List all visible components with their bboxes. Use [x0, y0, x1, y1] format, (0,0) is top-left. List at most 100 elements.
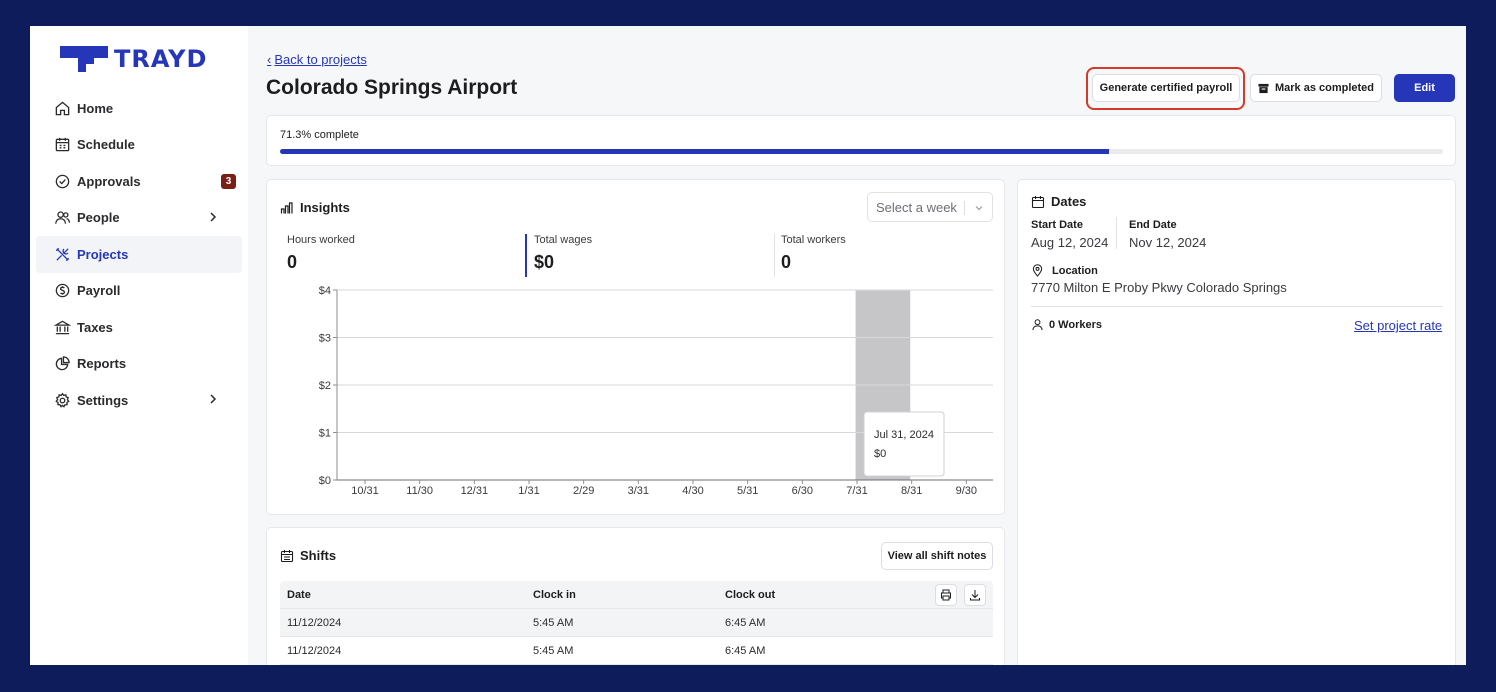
- page-title: Colorado Springs Airport: [266, 76, 518, 99]
- app-window: TRAYD Home Schedule Approvals 3 People P…: [30, 26, 1466, 665]
- tools-icon: [53, 245, 71, 263]
- x-tick-label: 7/31: [846, 485, 867, 497]
- shifts-title: Shifts: [300, 548, 337, 563]
- end-date-label: End Date: [1129, 219, 1177, 231]
- calendar-icon: [1031, 195, 1045, 208]
- back-link-label: Back to projects: [274, 52, 367, 67]
- progress-bar-fill: [280, 149, 1110, 154]
- dollar-circle-icon: [53, 282, 71, 300]
- print-icon[interactable]: [935, 584, 957, 606]
- x-tick-label: 10/31: [351, 485, 379, 497]
- sidebar-item-schedule[interactable]: Schedule: [36, 127, 242, 164]
- back-to-projects-link[interactable]: ‹ Back to projects: [267, 52, 367, 67]
- table-row[interactable]: 11/12/2024 5:45 AM 6:45 AM: [280, 637, 993, 665]
- download-icon[interactable]: [964, 584, 986, 606]
- sidebar-item-label: People: [77, 210, 120, 226]
- x-tick-label: 2/29: [573, 485, 594, 497]
- y-tick-label: $3: [319, 333, 331, 345]
- view-all-shift-notes-button[interactable]: View all shift notes: [881, 542, 993, 570]
- end-date-value: Nov 12, 2024: [1129, 235, 1207, 250]
- location-label: Location: [1052, 265, 1098, 277]
- cell-clock-in: 5:45 AM: [533, 617, 574, 629]
- chevron-right-icon: [210, 394, 217, 404]
- cell-clock-out: 6:45 AM: [725, 645, 766, 657]
- x-tick-label: 11/30: [406, 485, 433, 497]
- column-header-date: Date: [287, 589, 311, 601]
- sidebar-item-label: Approvals: [77, 173, 141, 189]
- date-divider: [1116, 217, 1117, 249]
- progress-label: 71.3% complete: [280, 129, 359, 141]
- generate-certified-payroll-button[interactable]: Generate certified payroll: [1092, 74, 1240, 102]
- sidebar-item-settings[interactable]: Settings: [36, 382, 242, 419]
- brand-name: TRAYD: [114, 45, 208, 73]
- y-tick-label: $1: [319, 428, 331, 440]
- cell-clock-in: 5:45 AM: [533, 645, 574, 657]
- sidebar-item-label: Schedule: [77, 137, 135, 153]
- trayd-logo[interactable]: TRAYD: [60, 44, 207, 74]
- mark-as-completed-button[interactable]: Mark as completed: [1250, 74, 1382, 102]
- set-project-rate-link[interactable]: Set project rate: [1354, 318, 1442, 333]
- shifts-table: Date Clock in Clock out 11/12/2024 5:45 …: [280, 581, 993, 665]
- sidebar-item-projects[interactable]: Projects: [36, 236, 242, 273]
- x-tick-label: 12/31: [461, 485, 489, 497]
- main-content: ‹ Back to projects Colorado Springs Airp…: [248, 26, 1466, 665]
- table-header-row: Date Clock in Clock out: [280, 581, 993, 609]
- gear-icon: [53, 391, 71, 409]
- x-tick-label: 1/31: [518, 485, 539, 497]
- dates-title: Dates: [1051, 194, 1087, 209]
- x-tick-label: 6/30: [792, 485, 813, 497]
- table-row[interactable]: 11/12/2024 5:45 AM 6:45 AM: [280, 609, 993, 637]
- sidebar-item-people[interactable]: People: [36, 200, 242, 237]
- sidebar-item-label: Payroll: [77, 283, 121, 299]
- dates-divider: [1031, 306, 1443, 307]
- sidebar-item-payroll[interactable]: Payroll: [36, 273, 242, 310]
- check-circle-icon: [53, 172, 71, 190]
- trayd-logo-icon: [60, 46, 108, 72]
- column-header-clock-in: Clock in: [533, 589, 576, 601]
- shifts-header: Shifts: [280, 548, 336, 563]
- cell-date: 11/12/2024: [287, 617, 342, 629]
- edit-button[interactable]: Edit: [1394, 74, 1455, 102]
- sidebar-nav: Home Schedule Approvals 3 People Project…: [36, 90, 242, 419]
- pie-chart-icon: [53, 355, 71, 373]
- x-tick-label: 8/31: [901, 485, 922, 497]
- y-tick-label: $0: [319, 475, 331, 487]
- calendar-icon: [280, 549, 294, 562]
- shifts-card: Shifts View all shift notes Date Clock i…: [266, 527, 1005, 665]
- bank-icon: [53, 318, 71, 336]
- progress-bar: [280, 149, 1443, 154]
- sidebar-item-label: Taxes: [77, 319, 113, 335]
- people-icon: [53, 209, 71, 227]
- workers-count-label: 0 Workers: [1049, 319, 1102, 331]
- sidebar-item-home[interactable]: Home: [36, 90, 242, 127]
- dates-header: Dates: [1031, 194, 1086, 209]
- sidebar-item-reports[interactable]: Reports: [36, 346, 242, 383]
- sidebar-item-label: Settings: [77, 392, 129, 408]
- home-icon: [53, 99, 71, 117]
- approvals-badge: 3: [221, 174, 236, 189]
- y-tick-label: $2: [319, 380, 331, 392]
- location-pin-icon: [1032, 264, 1043, 277]
- archive-icon: [1258, 83, 1269, 93]
- mark-as-completed-label: Mark as completed: [1274, 82, 1375, 94]
- location-value: 7770 Milton E Proby Pkwy Colorado Spring…: [1031, 280, 1287, 295]
- progress-card: 71.3% complete: [266, 115, 1456, 166]
- chevron-right-icon: [210, 211, 217, 222]
- y-tick-label: $4: [319, 285, 331, 297]
- sidebar-item-approvals[interactable]: Approvals 3: [36, 163, 242, 200]
- x-tick-label: 4/30: [682, 485, 703, 497]
- insights-card: Insights Select a week Hours worked 0 To…: [266, 179, 1005, 515]
- sidebar-item-label: Home: [77, 100, 114, 116]
- dates-card: Dates Start Date Aug 12, 2024 End Date N…: [1017, 179, 1456, 665]
- sidebar-item-taxes[interactable]: Taxes: [36, 309, 242, 346]
- cell-date: 11/12/2024: [287, 645, 342, 657]
- x-tick-label: 3/31: [628, 485, 649, 497]
- wages-chart: $0 $1 $2 $3 $4 10/31 11/30 12/31 1/31 2/29 3/31 4/3…: [319, 285, 993, 497]
- tooltip-title: Jul 31, 2024: [874, 429, 934, 441]
- tooltip-value: $0: [874, 448, 886, 460]
- chevron-left-icon: ‹: [267, 52, 272, 67]
- column-header-clock-out: Clock out: [725, 589, 776, 601]
- sidebar-item-label: Reports: [77, 356, 127, 372]
- sidebar: TRAYD Home Schedule Approvals 3 People P…: [30, 26, 248, 665]
- start-date-label: Start Date: [1031, 219, 1083, 231]
